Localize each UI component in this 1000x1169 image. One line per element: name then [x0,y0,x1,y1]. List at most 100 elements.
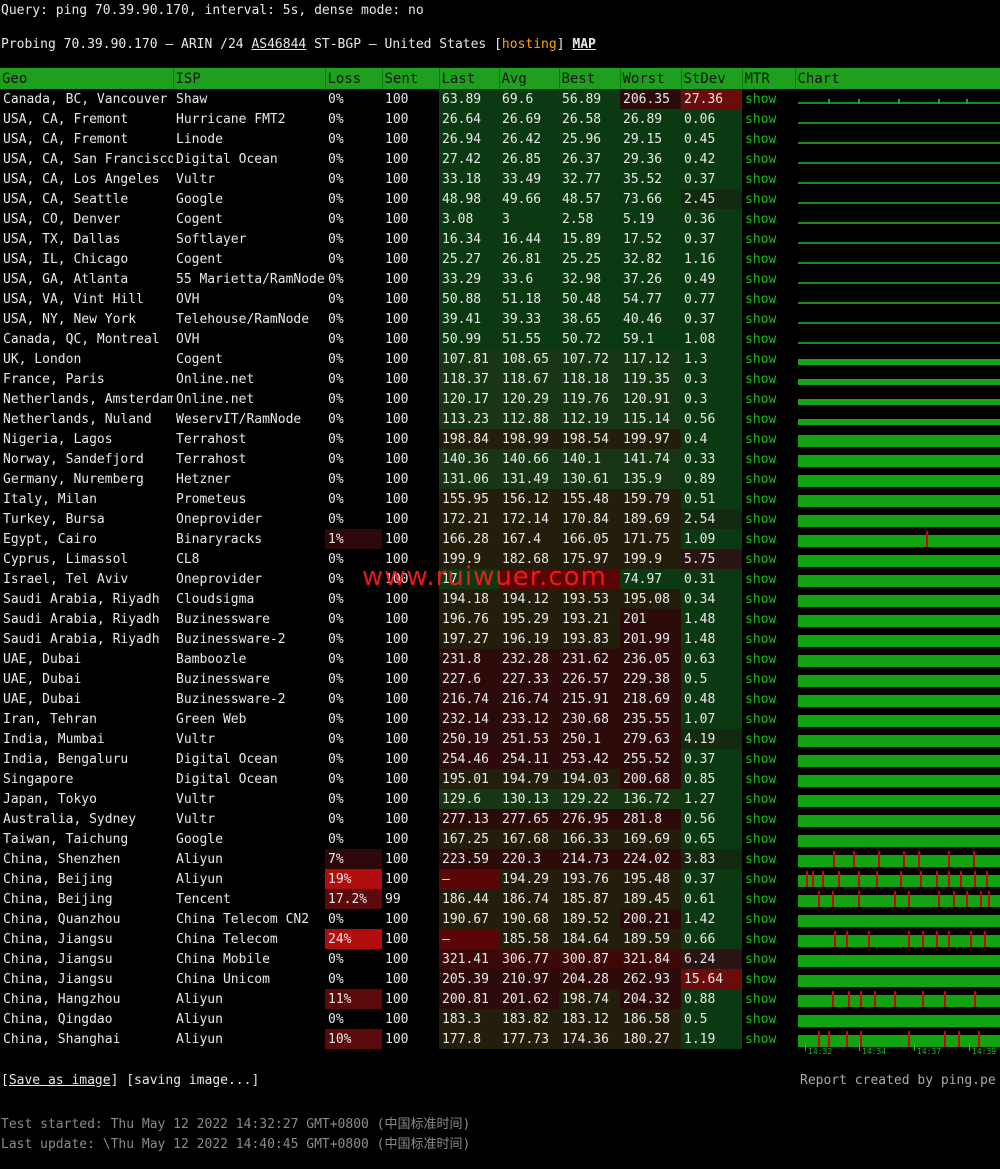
mtr-show-link[interactable]: show [742,689,795,709]
last-cell: 205.39 [439,969,499,989]
mtr-show-link[interactable]: show [742,649,795,669]
latency-bar [798,181,1000,184]
mtr-show-link[interactable]: show [742,909,795,929]
mtr-show-link[interactable]: show [742,249,795,269]
isp-cell: China Telecom [176,931,278,947]
mtr-show-link[interactable]: show [742,209,795,229]
sent-cell: 100 [385,651,409,667]
mtr-show-link[interactable]: show [742,829,795,849]
best-cell: 2.58 [559,209,620,229]
map-link[interactable]: MAP [572,37,595,52]
latency-bar [798,870,1000,887]
best-cell: 107.72 [559,349,620,369]
mtr-show-link[interactable]: show [742,609,795,629]
latency-bar [798,574,1000,587]
isp-cell: OVH [176,331,200,347]
isp-cell: Hurricane FMT2 [176,111,286,127]
loss-cell: 0% [328,611,344,627]
mtr-show-link[interactable]: show [742,849,795,869]
mtr-show-link[interactable]: show [742,889,795,909]
mtr-show-link[interactable]: show [742,709,795,729]
mtr-show-link[interactable]: show [742,329,795,349]
stdev-cell: 1.3 [681,349,742,369]
mtr-show-link[interactable]: show [742,349,795,369]
packet-loss-mark [953,890,955,907]
mtr-show-link[interactable]: show [742,989,795,1009]
mtr-show-link[interactable]: show [742,269,795,289]
mtr-show-link[interactable]: show [742,1029,795,1049]
mtr-show-link[interactable]: show [742,809,795,829]
packet-loss-mark [832,890,834,907]
mtr-show-link[interactable]: show [742,789,795,809]
packet-loss-mark [948,930,950,947]
table-row: China, Quanzhou China Telecom CN2 0% 100 190… [0,909,1000,929]
geo-cell: USA, NY, New York [3,311,137,327]
best-cell: 118.18 [559,369,620,389]
mtr-show-link[interactable]: show [742,669,795,689]
geo-cell: UAE, Dubai [3,671,82,687]
mtr-show-link[interactable]: show [742,89,795,109]
mtr-show-link[interactable]: show [742,569,795,589]
worst-cell: 159.79 [620,489,681,509]
sent-cell: 100 [385,151,409,167]
mtr-show-link[interactable]: show [742,429,795,449]
mtr-show-link[interactable]: show [742,109,795,129]
mtr-show-link[interactable]: show [742,149,795,169]
last-cell: 26.94 [439,129,499,149]
loss-cell: 0% [328,911,344,927]
mtr-show-link[interactable]: show [742,369,795,389]
mtr-show-link[interactable]: show [742,189,795,209]
mtr-show-link[interactable]: show [742,489,795,509]
latency-chart-cell [795,269,1000,289]
loss-cell: 1% [325,529,382,549]
mtr-show-link[interactable]: show [742,529,795,549]
mtr-show-link[interactable]: show [742,449,795,469]
latency-chart-cell [795,549,1000,569]
mtr-show-link[interactable]: show [742,309,795,329]
mtr-show-link[interactable]: show [742,729,795,749]
mtr-show-link[interactable]: show [742,129,795,149]
sent-cell: 100 [385,171,409,187]
mtr-show-link[interactable]: show [742,869,795,889]
avg-cell: 194.29 [499,869,559,889]
mtr-show-link[interactable]: show [742,509,795,529]
mtr-show-link[interactable]: show [742,1009,795,1029]
packet-loss-mark [853,850,855,867]
mtr-show-link[interactable]: show [742,929,795,949]
mtr-show-link[interactable]: show [742,409,795,429]
col-mtr: MTR [742,68,796,89]
packet-loss-mark [833,850,835,867]
avg-cell: 232.28 [499,649,559,669]
stdev-cell: 1.42 [681,909,742,929]
table-header: Geo ISP Loss Sent Last Avg Best Worst StDev MTR Ch… [0,68,1000,89]
packet-loss-mark [988,890,990,907]
loss-cell: 17.2% [325,889,382,909]
last-cell: 190.67 [439,909,499,929]
mtr-show-link[interactable]: show [742,389,795,409]
mtr-show-link[interactable]: show [742,949,795,969]
last-cell: 198.84 [439,429,499,449]
latency-chart-cell [795,509,1000,529]
mtr-show-link[interactable]: show [742,629,795,649]
asn-link[interactable]: AS46844 [251,37,306,52]
geo-cell: UK, London [3,351,82,367]
mtr-show-link[interactable]: show [742,229,795,249]
stdev-cell: 2.45 [681,189,742,209]
loss-cell: 7% [325,849,382,869]
mtr-show-link[interactable]: show [742,169,795,189]
best-cell: 198.74 [559,989,620,1009]
mtr-show-link[interactable]: show [742,289,795,309]
worst-cell: 40.46 [620,309,681,329]
mtr-show-link[interactable]: show [742,589,795,609]
best-cell: 50.48 [559,289,620,309]
loss-cell: 19% [325,869,382,889]
mtr-show-link[interactable]: show [742,969,795,989]
mtr-show-link[interactable]: show [742,469,795,489]
mtr-show-link[interactable]: show [742,549,795,569]
mtr-show-link[interactable]: show [742,769,795,789]
save-as-image-link[interactable]: Save as image [9,1073,111,1088]
table-row: Australia, Sydney Vultr 0% 100 277.13 277.65 2… [0,809,1000,829]
packet-loss-mark [894,990,896,1007]
stdev-cell: 0.3 [681,389,742,409]
mtr-show-link[interactable]: show [742,749,795,769]
